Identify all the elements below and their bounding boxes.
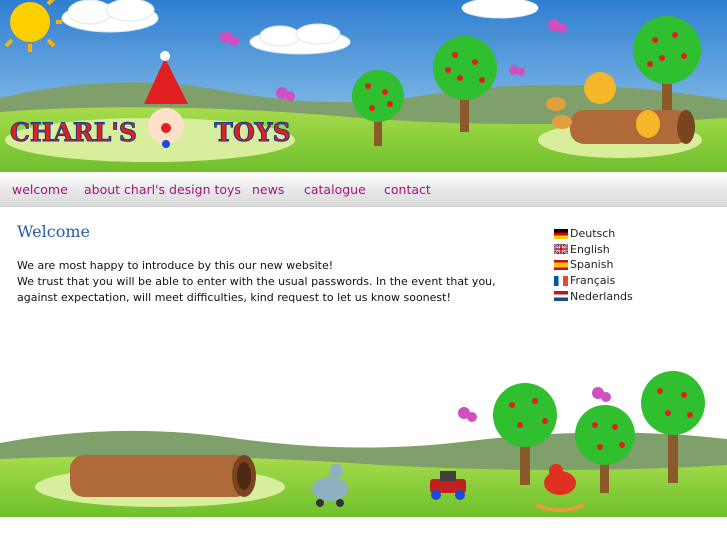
nav-welcome[interactable]: welcome	[12, 182, 68, 197]
spanish-flag-icon	[554, 259, 568, 270]
language-label: English	[570, 242, 610, 256]
main-nav: welcome about charl's design toys news c…	[0, 172, 727, 207]
nav-contact[interactable]: contact	[384, 182, 431, 197]
header-banner: CHARL'S TOYS	[0, 0, 727, 172]
footer-illustration	[0, 355, 727, 517]
site-logo[interactable]: CHARL'S TOYS	[10, 118, 292, 148]
page-title: Welcome	[17, 222, 90, 241]
nav-about[interactable]: about charl's design toys	[84, 182, 241, 197]
french-flag-icon	[554, 275, 568, 286]
uk-flag-icon	[554, 244, 568, 255]
language-item-francais[interactable]: Français	[554, 273, 633, 289]
language-item-english[interactable]: English	[554, 242, 633, 258]
logo-text-right: TOYS	[214, 118, 291, 148]
intro-line-1: We are most happy to introduce by this o…	[17, 259, 334, 272]
language-label: Nederlands	[570, 289, 633, 303]
language-item-spanish[interactable]: Spanish	[554, 257, 633, 273]
footer-scene	[0, 371, 727, 517]
logo-text-left: CHARL'S	[10, 118, 138, 148]
language-selector: Deutsch English Spanish Français Nederla…	[554, 226, 633, 304]
log-icon	[70, 455, 256, 497]
intro-line-2: We trust that you will be able to enter …	[17, 275, 496, 304]
squirrel-icon	[584, 72, 616, 104]
main-content: Welcome We are most happy to introduce b…	[17, 222, 527, 306]
german-flag-icon	[554, 228, 568, 239]
language-label: Deutsch	[570, 227, 616, 241]
language-label: Français	[570, 274, 616, 288]
nav-news[interactable]: news	[252, 182, 284, 197]
language-item-nederlands[interactable]: Nederlands	[554, 288, 633, 304]
nav-catalogue[interactable]: catalogue	[304, 182, 366, 197]
language-item-deutsch[interactable]: Deutsch	[554, 226, 633, 242]
dutch-flag-icon	[554, 291, 568, 302]
language-label: Spanish	[570, 258, 614, 272]
